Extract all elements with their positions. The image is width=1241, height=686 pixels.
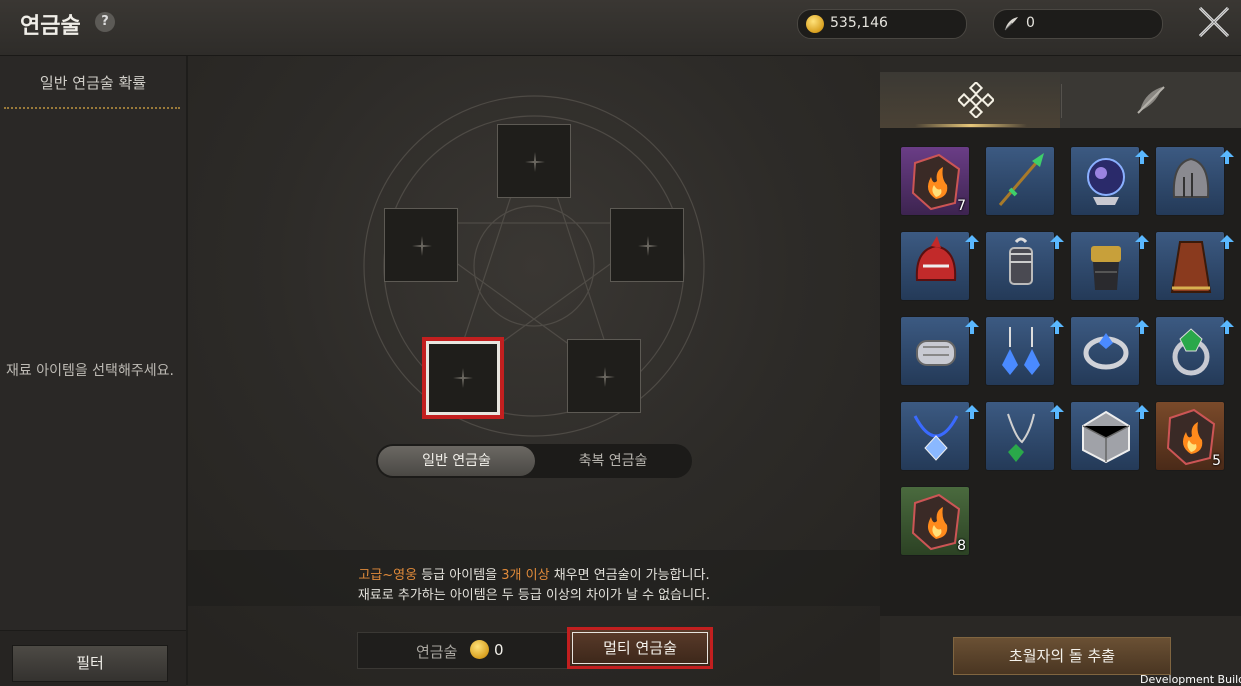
earrings-icon — [1002, 327, 1040, 375]
page-title: 연금술 — [20, 14, 81, 39]
item-count: 8 — [957, 538, 966, 554]
divider — [4, 107, 180, 109]
grade-range-highlight: 고급~영웅 — [358, 568, 418, 583]
inventory-item[interactable] — [900, 231, 979, 301]
inventory-item[interactable] — [985, 146, 1055, 216]
inventory-item[interactable] — [985, 316, 1064, 386]
dev-build-label: Development Build — [1140, 673, 1241, 686]
orb-icon — [1087, 158, 1125, 205]
spear-icon — [998, 153, 1044, 206]
inventory-item[interactable] — [1155, 231, 1234, 301]
inventory-item[interactable] — [1070, 401, 1149, 471]
alchemy-cost-value: 0 — [494, 641, 504, 659]
tab-equipment[interactable] — [880, 72, 1060, 128]
inventory-item[interactable] — [1070, 146, 1149, 216]
tab-wing[interactable] — [1062, 72, 1241, 128]
inventory-item[interactable] — [1070, 316, 1149, 386]
gold-coin-icon — [470, 640, 489, 659]
inventory-item[interactable] — [1070, 231, 1149, 301]
pentagram-circle — [363, 95, 705, 437]
tab-normal-alchemy[interactable]: 일반 연금술 — [378, 446, 535, 476]
inventory-item[interactable] — [900, 316, 979, 386]
material-slot-bottom-right[interactable] — [567, 339, 641, 413]
multi-alchemy-button[interactable]: 멀티 연금술 — [567, 627, 713, 669]
material-slot-bottom-left[interactable] — [422, 337, 504, 419]
red-helmet-icon — [915, 236, 957, 281]
inventory-item[interactable]: 7 — [900, 146, 970, 216]
material-slot-left[interactable] — [384, 208, 458, 282]
sparkle-icon — [595, 367, 615, 387]
alchemy-cost-box[interactable] — [357, 632, 569, 669]
alchemy-cost-label: 연금술 — [416, 643, 458, 661]
info-text: 채우면 연금술이 가능합니다. — [549, 568, 710, 583]
select-material-message: 재료 아이템을 선택해주세요. — [6, 363, 174, 379]
feather-amount: 0 — [1026, 15, 1035, 31]
item-count: 5 — [1212, 453, 1221, 469]
inventory-item[interactable]: 5 — [1155, 401, 1225, 471]
inventory-item[interactable] — [985, 231, 1064, 301]
cape-icon — [1170, 241, 1212, 293]
diamond-pattern-icon — [958, 82, 994, 118]
sparkle-icon — [638, 236, 658, 256]
gauntlet-icon — [1009, 237, 1033, 285]
close-button[interactable] — [1196, 4, 1232, 40]
info-text: 등급 아이템을 — [417, 568, 502, 583]
dice-icon — [1082, 410, 1130, 464]
pendant-icon — [1007, 413, 1035, 462]
material-slot-top[interactable] — [497, 124, 571, 198]
extract-stone-button[interactable]: 초월자의 돌 추출 — [953, 637, 1171, 675]
help-button[interactable]: ? — [95, 12, 115, 32]
wing-crossed-icon — [1137, 86, 1165, 114]
item-count: 7 — [957, 198, 966, 214]
emerald-ring-icon — [1172, 328, 1210, 376]
sparkle-icon — [412, 236, 432, 256]
inventory-item[interactable] — [985, 401, 1064, 471]
bracer-icon — [916, 340, 956, 366]
inventory-item[interactable] — [900, 401, 979, 471]
inventory-item[interactable]: 8 — [900, 486, 970, 556]
tab-blessed-alchemy[interactable]: 축복 연금술 — [538, 446, 688, 476]
inventory-item[interactable] — [1155, 146, 1234, 216]
glove-icon — [1091, 246, 1121, 290]
filter-button[interactable]: 필터 — [12, 645, 168, 682]
ring-icon — [1083, 333, 1129, 370]
probability-heading: 일반 연금술 확률 — [39, 74, 147, 92]
helmet-icon — [1172, 157, 1210, 198]
sparkle-icon — [453, 368, 473, 388]
material-slot-right[interactable] — [610, 208, 684, 282]
gold-amount: 535,146 — [830, 15, 888, 31]
feather-icon — [1002, 15, 1020, 33]
close-icon — [1198, 6, 1230, 38]
necklace-icon — [913, 415, 959, 461]
inventory-item[interactable] — [1155, 316, 1234, 386]
sparkle-icon — [525, 152, 545, 172]
count-highlight: 3개 이상 — [501, 568, 550, 583]
gold-coin-icon — [806, 15, 824, 33]
active-tab-indicator — [915, 124, 1027, 127]
gold-currency: 535,146 — [797, 9, 967, 39]
feather-currency: 0 — [993, 9, 1163, 39]
